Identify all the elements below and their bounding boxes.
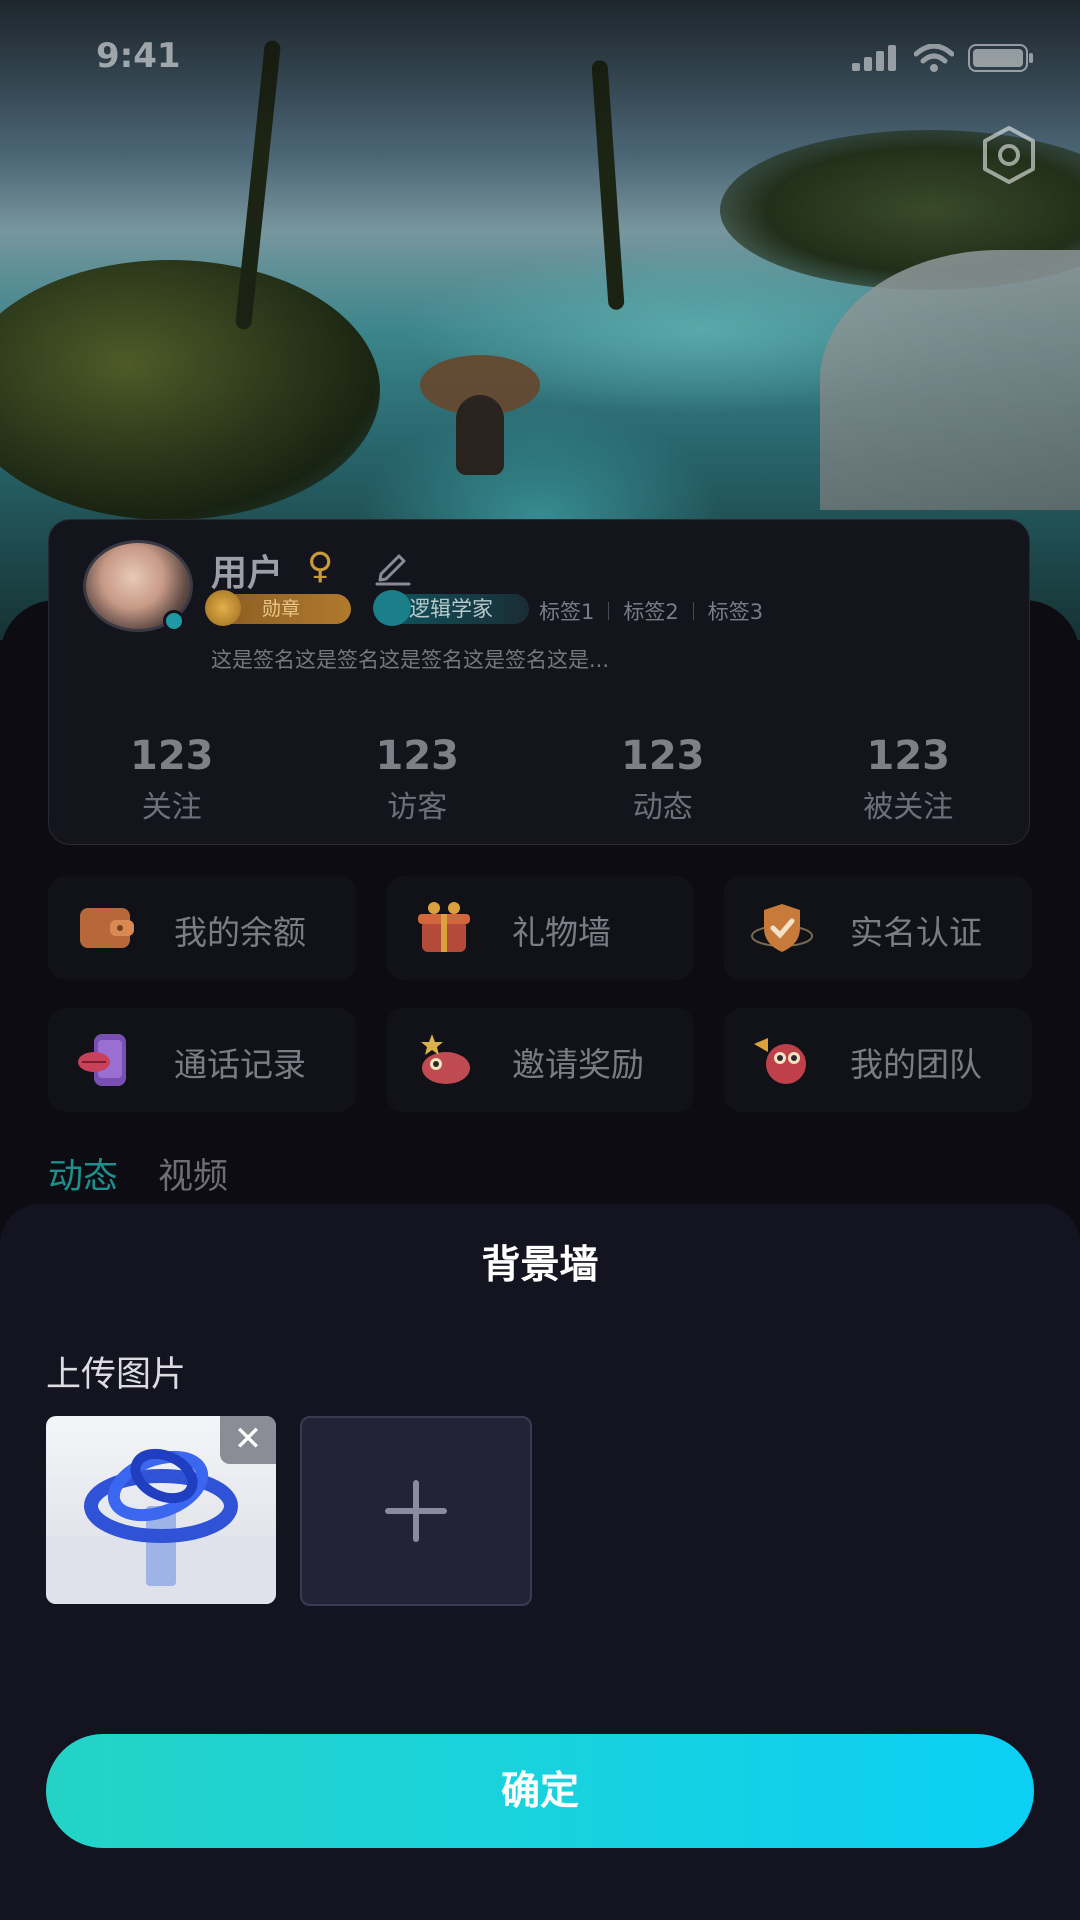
upload-label: 上传图片 xyxy=(46,1355,187,1395)
menu-item-label: 礼物墙 xyxy=(512,913,611,952)
tag-item[interactable]: 标签2 xyxy=(623,596,678,626)
tag-divider xyxy=(692,602,694,620)
tab-videos[interactable]: 视频 xyxy=(158,1148,228,1199)
planet-icon xyxy=(373,590,411,626)
shield-check-icon xyxy=(751,904,813,952)
menu-item-label: 我的余额 xyxy=(174,913,306,952)
profile-card: 用户 ♀ 勋章 逻辑学家 标签1 标签2 标签3 这是签名这是签名这是签名这是签… xyxy=(48,519,1030,845)
system-icons xyxy=(852,44,1034,72)
remove-image-button[interactable]: ✕ xyxy=(220,1416,276,1464)
menu-item-gift-wall[interactable]: 礼物墙 xyxy=(386,876,694,980)
pencil-icon xyxy=(375,554,411,586)
tag-item[interactable]: 标签1 xyxy=(539,596,594,626)
stat-label: 动态 xyxy=(632,790,693,825)
invite-reward-icon xyxy=(421,1034,470,1084)
stat-value: 123 xyxy=(621,733,705,779)
wallet-icon xyxy=(80,908,134,948)
signature-text: 这是签名这是签名这是签名这是签名这是... xyxy=(211,648,610,672)
tag-divider xyxy=(608,602,610,620)
stat-followers[interactable]: 123 被关注 xyxy=(786,732,1032,826)
battery-icon xyxy=(968,44,1033,72)
menu-item-verification[interactable]: 实名认证 xyxy=(724,876,1032,980)
close-icon: ✕ xyxy=(233,1419,263,1459)
stat-value: 123 xyxy=(866,733,951,779)
menu-item-my-team[interactable]: 我的团队 xyxy=(724,1008,1032,1112)
status-time: 9:41 xyxy=(96,36,181,76)
menu-item-call-log[interactable]: 通话记录 xyxy=(48,1008,356,1112)
signal-icon xyxy=(852,45,896,71)
content-tabs: 动态 视频 xyxy=(48,1148,228,1199)
menu-item-balance[interactable]: 我的余额 xyxy=(48,876,356,980)
confirm-button[interactable]: 确定 xyxy=(46,1734,1034,1848)
plus-icon xyxy=(385,1480,447,1542)
phone-lips-icon xyxy=(78,1034,126,1086)
menu-item-label: 邀请奖励 xyxy=(512,1045,644,1084)
stat-label: 关注 xyxy=(141,790,202,825)
stat-label: 被关注 xyxy=(863,790,954,825)
stat-label: 访客 xyxy=(387,790,448,825)
stat-value: 123 xyxy=(375,733,460,779)
tag-item[interactable]: 标签3 xyxy=(708,596,763,626)
female-icon: ♀ xyxy=(307,546,334,587)
stat-value: 123 xyxy=(130,733,214,779)
menu-item-label: 我的团队 xyxy=(850,1045,982,1084)
settings-hexagon-icon xyxy=(983,126,1035,184)
stat-visitors[interactable]: 123 访客 xyxy=(295,732,541,826)
menu-item-label: 通话记录 xyxy=(174,1045,306,1084)
settings-button[interactable] xyxy=(978,124,1040,186)
add-image-button[interactable] xyxy=(300,1416,532,1606)
menu-item-label: 实名认证 xyxy=(850,913,982,952)
username: 用户 xyxy=(211,553,284,594)
menu-item-invite-reward[interactable]: 邀请奖励 xyxy=(386,1008,694,1112)
status-bar: 9:41 xyxy=(0,0,1080,110)
gift-icon xyxy=(418,902,470,952)
edit-profile-button[interactable] xyxy=(373,546,413,586)
uploaded-image-thumbnail[interactable]: ✕ xyxy=(46,1416,276,1604)
tag-list: 标签1 标签2 标签3 xyxy=(539,596,763,626)
team-mascot-icon xyxy=(754,1038,806,1084)
sheet-title: 背景墙 xyxy=(481,1243,599,1288)
stat-posts[interactable]: 123 动态 xyxy=(540,732,786,826)
background-wall-sheet: 背景墙 上传图片 ✕ 确定 xyxy=(0,1204,1080,1920)
medal-icon xyxy=(205,590,241,626)
online-status-dot xyxy=(163,610,185,632)
tab-posts[interactable]: 动态 xyxy=(48,1148,118,1199)
wifi-icon xyxy=(914,44,954,72)
stats-row: 123 关注 123 访客 123 动态 123 被关注 xyxy=(49,732,1031,826)
stat-following[interactable]: 123 关注 xyxy=(49,732,295,826)
